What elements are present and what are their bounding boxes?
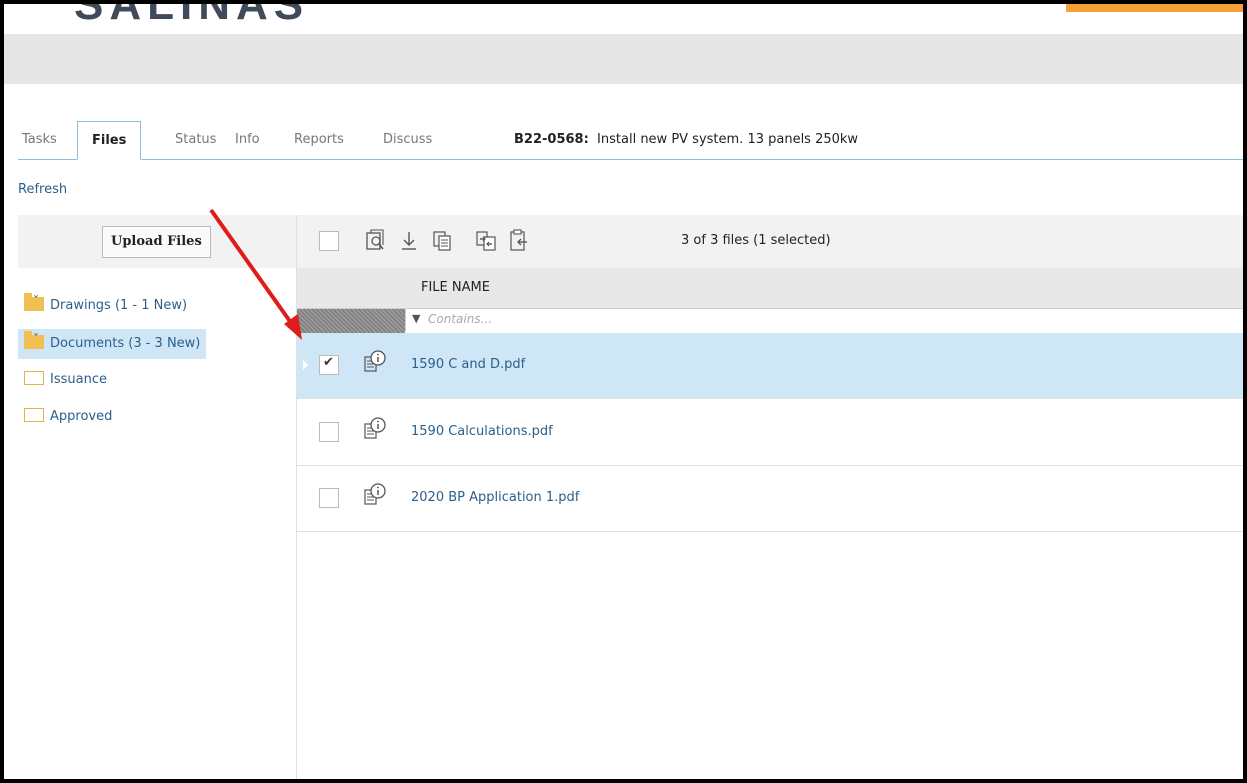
row-checkbox[interactable]: ✔ — [319, 355, 339, 375]
select-all-checkbox[interactable] — [319, 231, 339, 251]
tab-tasks[interactable]: Tasks — [22, 121, 57, 159]
logo: SALINAS — [74, 0, 310, 29]
folder-filled-icon — [24, 286, 44, 316]
filter-hatch — [297, 309, 405, 333]
tab-discuss[interactable]: Discuss — [383, 121, 432, 159]
folder-approved[interactable]: Approved — [18, 402, 112, 432]
folder-documents[interactable]: Documents (3 - 3 New) — [18, 324, 207, 359]
download-icon[interactable] — [398, 229, 420, 253]
preview-icon[interactable] — [365, 229, 387, 253]
tab-info[interactable]: Info — [235, 121, 260, 159]
files-toolbar: 3 of 3 files (1 selected) — [297, 215, 1243, 268]
row-expand-icon[interactable] — [303, 360, 308, 370]
upload-files-button[interactable]: Upload Files — [102, 226, 211, 258]
file-name-link[interactable]: 1590 C and D.pdf — [411, 357, 525, 372]
permit-summary: B22-0568: Install new PV system. 13 pane… — [514, 121, 858, 159]
folder-filled-icon — [24, 324, 44, 354]
row-checkbox[interactable] — [319, 422, 339, 442]
folder-outline-icon — [24, 408, 44, 422]
checkmark-icon: ✔ — [323, 355, 334, 370]
table-row[interactable]: 1590 Calculations.pdf — [297, 400, 1243, 466]
tab-bar: Tasks Files Status Info Reports Discuss … — [18, 121, 1243, 160]
folder-issuance[interactable]: Issuance — [18, 365, 107, 395]
grid-header: FILE NAME — [297, 268, 1243, 308]
paste-icon[interactable] — [508, 229, 530, 253]
refresh-link[interactable]: Refresh — [18, 182, 67, 197]
filter-funnel-icon[interactable]: ▼ — [412, 312, 420, 325]
tab-status[interactable]: Status — [175, 121, 216, 159]
folder-drawings[interactable]: Drawings (1 - 1 New) — [18, 286, 188, 321]
row-checkbox[interactable] — [319, 488, 339, 508]
filter-placeholder: Contains... — [428, 312, 493, 326]
folder-label: Documents (3 - 3 New) — [50, 336, 201, 351]
file-info-icon[interactable] — [363, 416, 389, 446]
file-name-link[interactable]: 2020 BP Application 1.pdf — [411, 490, 579, 505]
copy-icon[interactable] — [431, 229, 453, 253]
tab-reports[interactable]: Reports — [294, 121, 344, 159]
folder-label: Drawings (1 - 1 New) — [50, 298, 188, 313]
permit-description: Install new PV system. 13 panels 250kw — [597, 132, 859, 147]
tab-files[interactable]: Files — [77, 121, 142, 160]
file-name-link[interactable]: 1590 Calculations.pdf — [411, 424, 553, 439]
filter-row: ▼ Contains... — [297, 308, 1243, 334]
table-row[interactable]: 2020 BP Application 1.pdf — [297, 466, 1243, 532]
file-info-icon[interactable] — [363, 349, 389, 379]
folder-label: Issuance — [50, 372, 107, 387]
app-window: SALINAS Tasks Files Status Info Reports … — [0, 0, 1247, 783]
permit-id: B22-0568: — [514, 132, 589, 147]
folder-label: Approved — [50, 409, 113, 424]
file-count-label: 3 of 3 files (1 selected) — [681, 233, 831, 248]
header-band — [4, 34, 1243, 84]
sidebar-toolbar: Upload Files — [18, 215, 296, 268]
folder-outline-icon — [24, 371, 44, 385]
move-icon[interactable] — [475, 229, 497, 253]
table-row[interactable]: ✔ 1590 C and D.pdf — [297, 333, 1243, 399]
filename-filter-input[interactable]: ▼ Contains... — [405, 309, 1243, 331]
header-accent-bar — [1066, 4, 1243, 12]
column-header-file-name[interactable]: FILE NAME — [421, 280, 490, 295]
file-info-icon[interactable] — [363, 482, 389, 512]
